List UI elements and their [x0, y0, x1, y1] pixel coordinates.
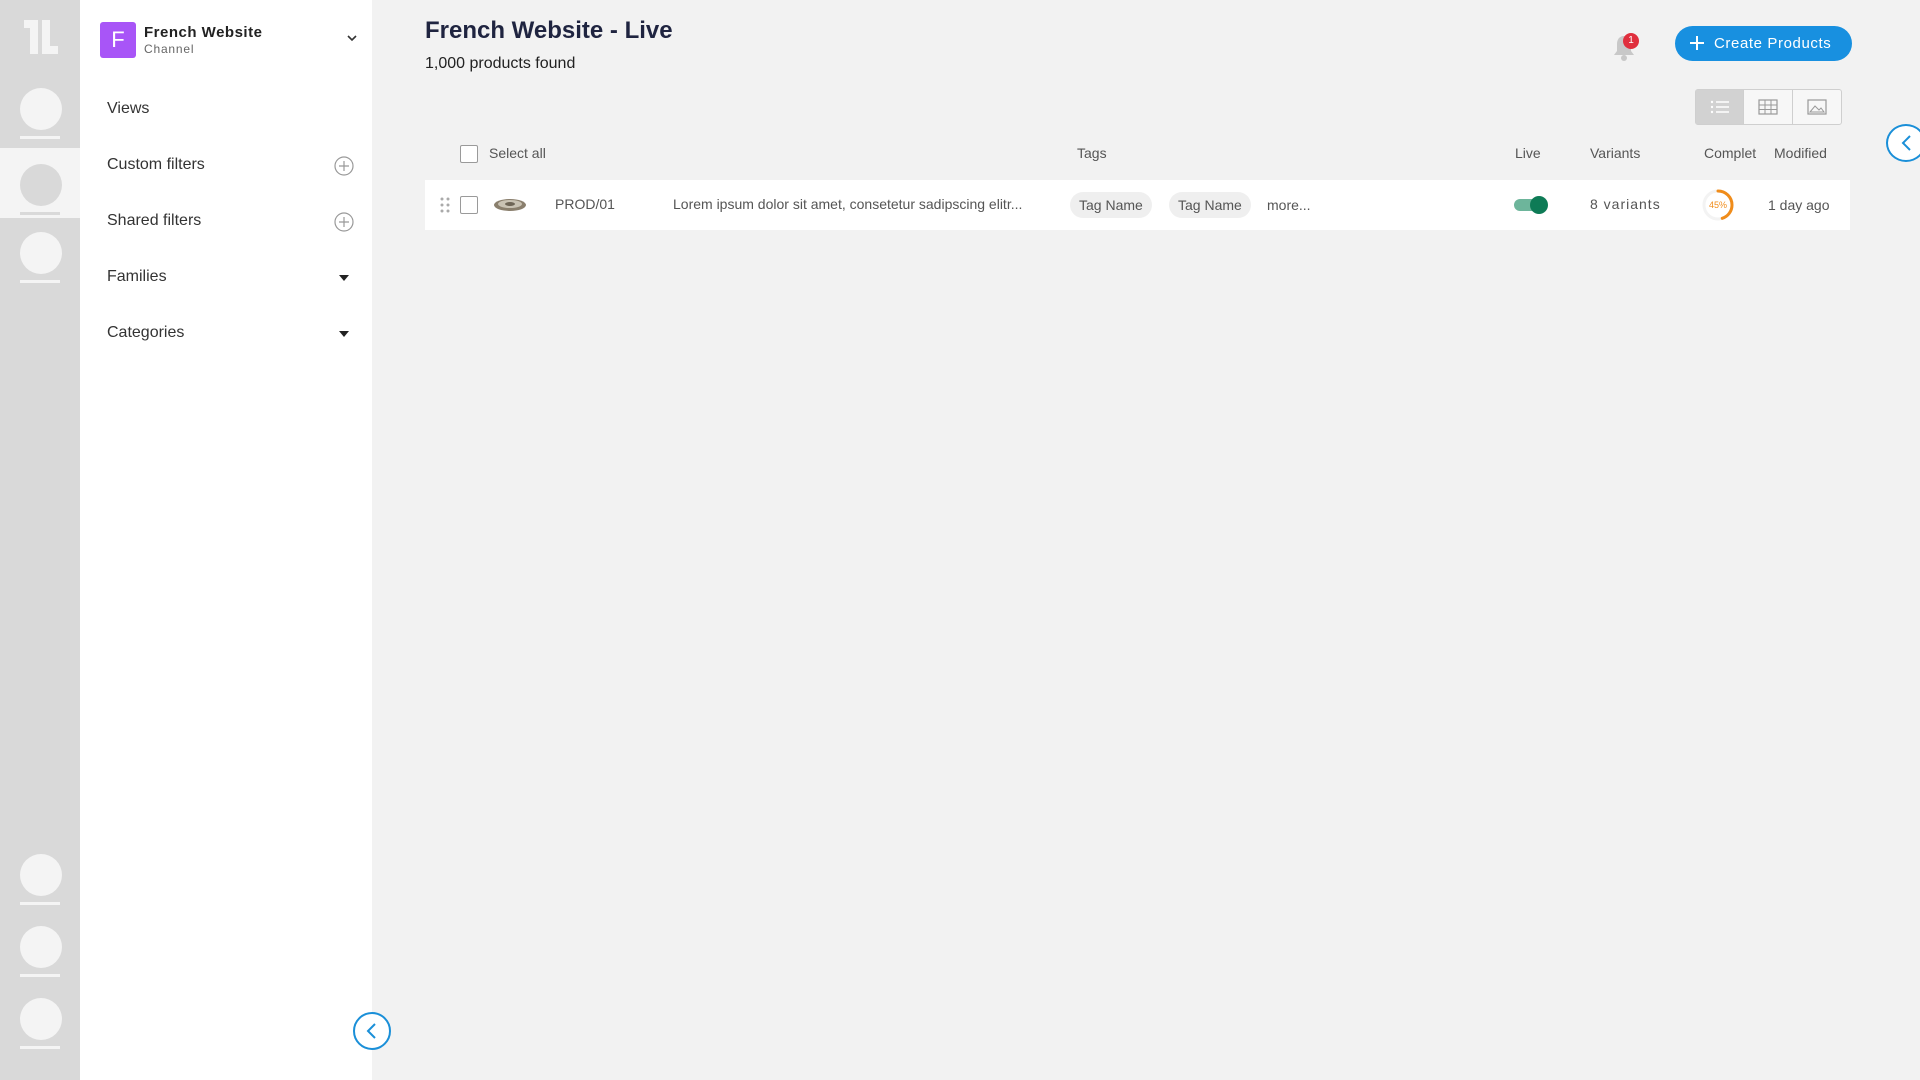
chevron-down-icon[interactable]: [344, 30, 360, 46]
collapse-right-panel-button[interactable]: [1886, 124, 1920, 162]
rail-divider: [20, 280, 60, 283]
view-mode-toggle: [1695, 89, 1842, 125]
image-view-button[interactable]: [1793, 90, 1841, 124]
notification-badge: 1: [1623, 33, 1639, 49]
channel-avatar: F: [100, 22, 136, 58]
product-sku[interactable]: PROD/01: [555, 196, 615, 212]
rail-divider: [20, 902, 60, 905]
list-view-icon: [1710, 100, 1729, 114]
rail-divider: [20, 212, 60, 215]
avatar-icon: [20, 88, 62, 130]
more-tags-link[interactable]: more...: [1267, 197, 1311, 213]
sidebar-item-label: Shared filters: [107, 212, 202, 229]
tag-chip[interactable]: Tag Name: [1169, 192, 1251, 218]
modified-time: 1 day ago: [1768, 197, 1830, 213]
column-header-complete: Complet: [1704, 145, 1757, 161]
avatar-icon: [20, 164, 62, 206]
completeness-label: 45%: [1708, 200, 1727, 210]
chevron-left-icon: [1901, 135, 1911, 151]
collapse-sidebar-button[interactable]: [353, 1012, 391, 1050]
live-toggle[interactable]: [1514, 196, 1548, 214]
toggle-knob: [1530, 196, 1548, 214]
tag-chip[interactable]: Tag Name: [1070, 192, 1152, 218]
plus-icon: [1690, 36, 1704, 50]
sidebar-item-label: Custom filters: [107, 156, 205, 173]
rail-item-4[interactable]: [0, 838, 80, 908]
row-checkbox[interactable]: [460, 196, 478, 214]
table-header: Select all Tags Live Variants Complet Mo…: [425, 145, 1850, 165]
sidebar-item-shared-filters[interactable]: Shared filters: [80, 200, 372, 244]
rail-item-5[interactable]: [0, 910, 80, 980]
rail-divider: [20, 974, 60, 977]
app-rail: [0, 0, 80, 1080]
avatar-icon: [20, 926, 62, 968]
sidebar-item-views[interactable]: Views: [80, 88, 372, 132]
variants-count[interactable]: 8 variants: [1590, 196, 1661, 212]
table-row[interactable]: PROD/01 Lorem ipsum dolor sit amet, cons…: [425, 180, 1850, 230]
results-count: 1,000 products found: [425, 55, 576, 72]
column-header-variants: Variants: [1590, 145, 1641, 161]
rail-divider: [20, 136, 60, 139]
sidebar-item-label: Families: [107, 268, 167, 285]
avatar-icon: [20, 998, 62, 1040]
sidebar-item-categories[interactable]: Categories: [80, 312, 372, 356]
add-shared-filter-plus-icon[interactable]: [334, 212, 354, 232]
select-all-label[interactable]: Select all: [489, 145, 546, 161]
rail-item-3[interactable]: [0, 216, 80, 286]
sidebar-item-label: Categories: [107, 324, 185, 341]
rail-item-1[interactable]: [0, 72, 80, 142]
add-custom-filter-plus-icon[interactable]: [334, 156, 354, 176]
column-header-live: Live: [1515, 145, 1541, 161]
sidebar-item-label: Views: [107, 100, 150, 117]
create-products-button[interactable]: Create Products: [1675, 26, 1852, 61]
rail-item-2[interactable]: [0, 148, 80, 218]
rail-divider: [20, 1046, 60, 1049]
avatar-icon: [20, 854, 62, 896]
chevron-left-icon: [366, 1023, 376, 1039]
sidebar-item-custom-filters[interactable]: Custom filters: [80, 144, 372, 188]
channel-type: Channel: [144, 42, 195, 56]
page-title: French Website - Live: [425, 17, 673, 44]
channel-name: French Website: [144, 24, 263, 41]
channel-switcher[interactable]: F French Website Channel: [100, 22, 360, 58]
table-view-icon: [1758, 99, 1778, 115]
avatar-icon: [20, 232, 62, 274]
caret-down-icon[interactable]: [339, 275, 349, 281]
select-all-checkbox[interactable]: [460, 145, 478, 163]
rail-item-6[interactable]: [0, 982, 80, 1052]
list-view-button[interactable]: [1696, 90, 1745, 124]
create-products-label: Create Products: [1714, 35, 1832, 52]
logo-icon[interactable]: [20, 16, 60, 58]
product-thumbnail: [494, 199, 526, 211]
column-header-tags: Tags: [1077, 145, 1107, 161]
caret-down-icon[interactable]: [339, 331, 349, 337]
table-view-button[interactable]: [1744, 90, 1793, 124]
column-header-modified: Modified: [1774, 145, 1827, 161]
sidebar-item-families[interactable]: Families: [80, 256, 372, 300]
drag-handle-icon[interactable]: [440, 197, 450, 213]
filter-sidebar: F French Website Channel Views Custom fi…: [80, 0, 372, 1080]
product-description: Lorem ipsum dolor sit amet, consetetur s…: [673, 196, 1023, 212]
image-view-icon: [1807, 99, 1827, 115]
